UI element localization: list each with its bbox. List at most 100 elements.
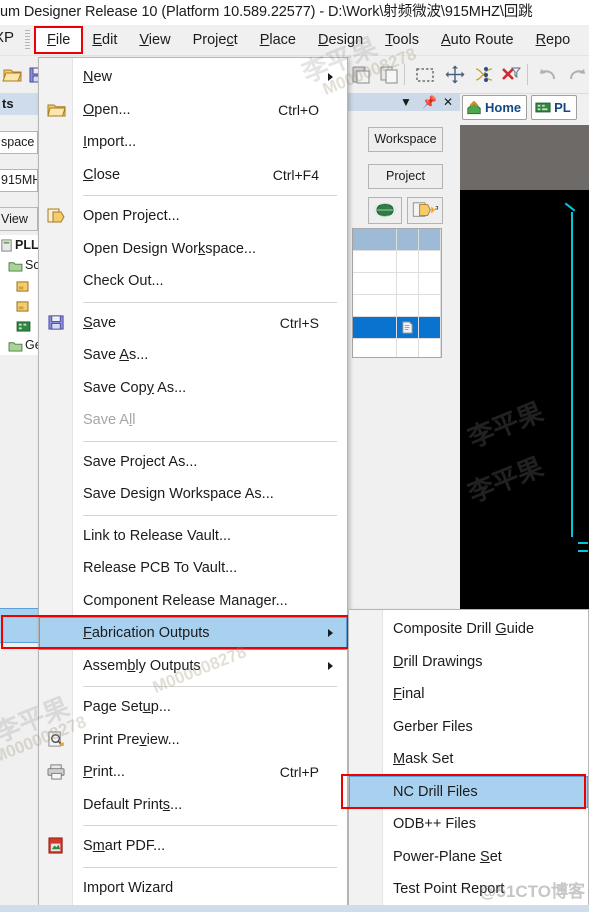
redo-icon[interactable] — [566, 64, 588, 85]
menu-project[interactable]: Project — [182, 28, 249, 52]
undo-icon[interactable] — [537, 64, 559, 85]
menu-item-open-design-workspace[interactable]: Open Design Workspace... — [39, 233, 347, 266]
save-icon — [47, 314, 67, 332]
menu-auto-route[interactable]: Auto Route — [430, 28, 525, 52]
menu-item-print[interactable]: Print... Ctrl+P — [39, 756, 347, 789]
tab-home[interactable]: Home — [462, 95, 528, 120]
project-combo[interactable]: 915MH — [0, 169, 38, 192]
workspace-button[interactable]: Workspace — [368, 127, 443, 152]
workspace-combo[interactable]: space — [0, 131, 38, 154]
pcb-pad-a — [578, 542, 588, 544]
menu-item-label: Save As... — [83, 347, 149, 364]
menu-item-label: Check Out... — [83, 273, 164, 290]
document-grid[interactable] — [352, 228, 442, 358]
pin-icon[interactable]: 📌 — [422, 95, 437, 109]
menu-item-smart-pdf[interactable]: Smart PDF... — [39, 830, 347, 863]
submenu-item-odbplusplus-files[interactable]: ODB++ Files — [349, 808, 588, 841]
menu-item-assembly-outputs[interactable]: Assembly Outputs — [39, 650, 347, 683]
menu-item-save-as[interactable]: Save As... — [39, 339, 347, 372]
submenu-item-nc-drill-files[interactable]: NC Drill Files — [341, 773, 588, 808]
menu-item-page-setup[interactable]: Page Setup... — [39, 691, 347, 724]
menu-repo[interactable]: Repo — [525, 28, 582, 52]
submenu-list: Composite Drill Guide Drill Drawings Final… — [341, 613, 588, 906]
menu-item-label: Default Prints... — [83, 796, 183, 813]
menu-item-save-copy-as[interactable]: Save Copy As... — [39, 372, 347, 405]
tree-item[interactable] — [0, 275, 38, 295]
clear-filter-icon[interactable] — [500, 64, 522, 85]
submenu-item-composite-drill-guide[interactable]: Composite Drill Guide — [349, 613, 588, 646]
close-icon[interactable]: ✕ — [443, 95, 453, 109]
menu-item-shortcut: Ctrl+S — [279, 314, 319, 331]
submenu-item-label: Gerber Files — [393, 718, 473, 735]
menu-item-save[interactable]: Save Ctrl+S — [39, 307, 347, 340]
menu-item-fabrication-outputs[interactable]: Fabrication Outputs — [1, 615, 349, 650]
grid-row-selected[interactable] — [353, 317, 441, 339]
menu-item-import[interactable]: Import... — [39, 126, 347, 159]
menu-item-save-project-as[interactable]: Save Project As... — [39, 446, 347, 479]
move-icon[interactable] — [444, 64, 466, 85]
grid-row[interactable] — [353, 295, 441, 317]
open-folder-icon[interactable] — [2, 64, 24, 85]
submenu-item-label: Power-Plane Set — [393, 848, 502, 865]
menu-item-default-prints[interactable]: Default Prints... — [39, 789, 347, 822]
menu-item-release-pcb-to-vault[interactable]: Release PCB To Vault... — [39, 552, 347, 585]
view-tab-bar: Home PL — [462, 95, 577, 120]
submenu-item-drill-drawings[interactable]: Drill Drawings — [349, 646, 588, 679]
submenu-item-mask-set[interactable]: Mask Set — [349, 743, 588, 776]
toolbar-grip[interactable] — [25, 30, 30, 50]
pcb-pad-b — [578, 550, 588, 552]
select-area-icon[interactable] — [414, 64, 436, 85]
tab-pcb[interactable]: PL — [531, 95, 577, 120]
tree-item[interactable] — [0, 295, 38, 315]
menu-tools[interactable]: Tools — [374, 28, 430, 52]
view-button[interactable]: View — [0, 207, 38, 231]
tree-item[interactable] — [0, 315, 38, 335]
tree-item[interactable]: So — [0, 255, 38, 275]
tree-item[interactable]: PLL — [0, 235, 38, 255]
menu-design[interactable]: Design — [307, 28, 374, 52]
folder-icon — [8, 338, 23, 355]
project-button[interactable]: Project — [368, 164, 443, 189]
menu-item-new[interactable]: New — [39, 61, 347, 94]
menu-edit[interactable]: Edit — [81, 28, 128, 52]
menu-place[interactable]: Place — [249, 28, 307, 52]
open-folder-icon — [47, 101, 67, 119]
submenu-arrow-icon — [328, 629, 333, 638]
schematic-doc-icon — [16, 298, 29, 315]
copy-icon[interactable] — [378, 64, 400, 85]
menu-view[interactable]: View — [128, 28, 181, 52]
toolbar-separator-2 — [527, 64, 528, 85]
menu-item-import-wizard[interactable]: Import Wizard — [39, 872, 347, 905]
paste-icon[interactable] — [350, 64, 372, 85]
open-document-button[interactable] — [407, 197, 443, 224]
globe-button[interactable] — [368, 197, 402, 224]
menu-item-component-release-manager[interactable]: Component Release Manager... — [39, 585, 347, 618]
grid-row[interactable] — [353, 273, 441, 295]
submenu-arrow-icon — [328, 73, 333, 82]
menu-bar-items: File Edit View Project Place Design Tools Auto … — [36, 25, 581, 55]
watermark-corner: @51CTO博客 — [479, 882, 585, 901]
pcb-trace-vertical — [571, 212, 573, 537]
submenu-item-label: NC Drill Files — [393, 783, 478, 800]
tab-pcb-label: PL — [554, 100, 571, 115]
menu-separator — [83, 686, 337, 687]
submenu-item-power-plane-set[interactable]: Power-Plane Set — [349, 841, 588, 874]
menu-item-print-preview[interactable]: Print Preview... — [39, 724, 347, 757]
menu-item-label: New — [83, 69, 113, 86]
submenu-item-final[interactable]: Final — [349, 678, 588, 711]
menu-file[interactable]: File — [36, 28, 82, 52]
grid-row[interactable] — [353, 251, 441, 273]
chevron-down-icon[interactable]: ▼ — [400, 95, 412, 109]
menu-item-link-to-release-vault[interactable]: Link to Release Vault... — [39, 520, 347, 553]
tree-item[interactable]: Ge — [0, 335, 38, 355]
menu-item-save-design-workspace-as[interactable]: Save Design Workspace As... — [39, 478, 347, 511]
shuffle-icon[interactable] — [473, 64, 495, 85]
menu-item-label: Open Design Workspace... — [83, 240, 257, 257]
menu-item-open-project[interactable]: Open Project... — [39, 200, 347, 233]
submenu-item-gerber-files[interactable]: Gerber Files — [349, 711, 588, 744]
menu-item-check-out[interactable]: Check Out... — [39, 265, 347, 298]
grid-row[interactable] — [353, 339, 441, 357]
menu-item-open[interactable]: Open... Ctrl+O — [39, 94, 347, 127]
menu-item-label: Page Setup... — [83, 699, 171, 716]
menu-item-close[interactable]: Close Ctrl+F4 — [39, 159, 347, 192]
